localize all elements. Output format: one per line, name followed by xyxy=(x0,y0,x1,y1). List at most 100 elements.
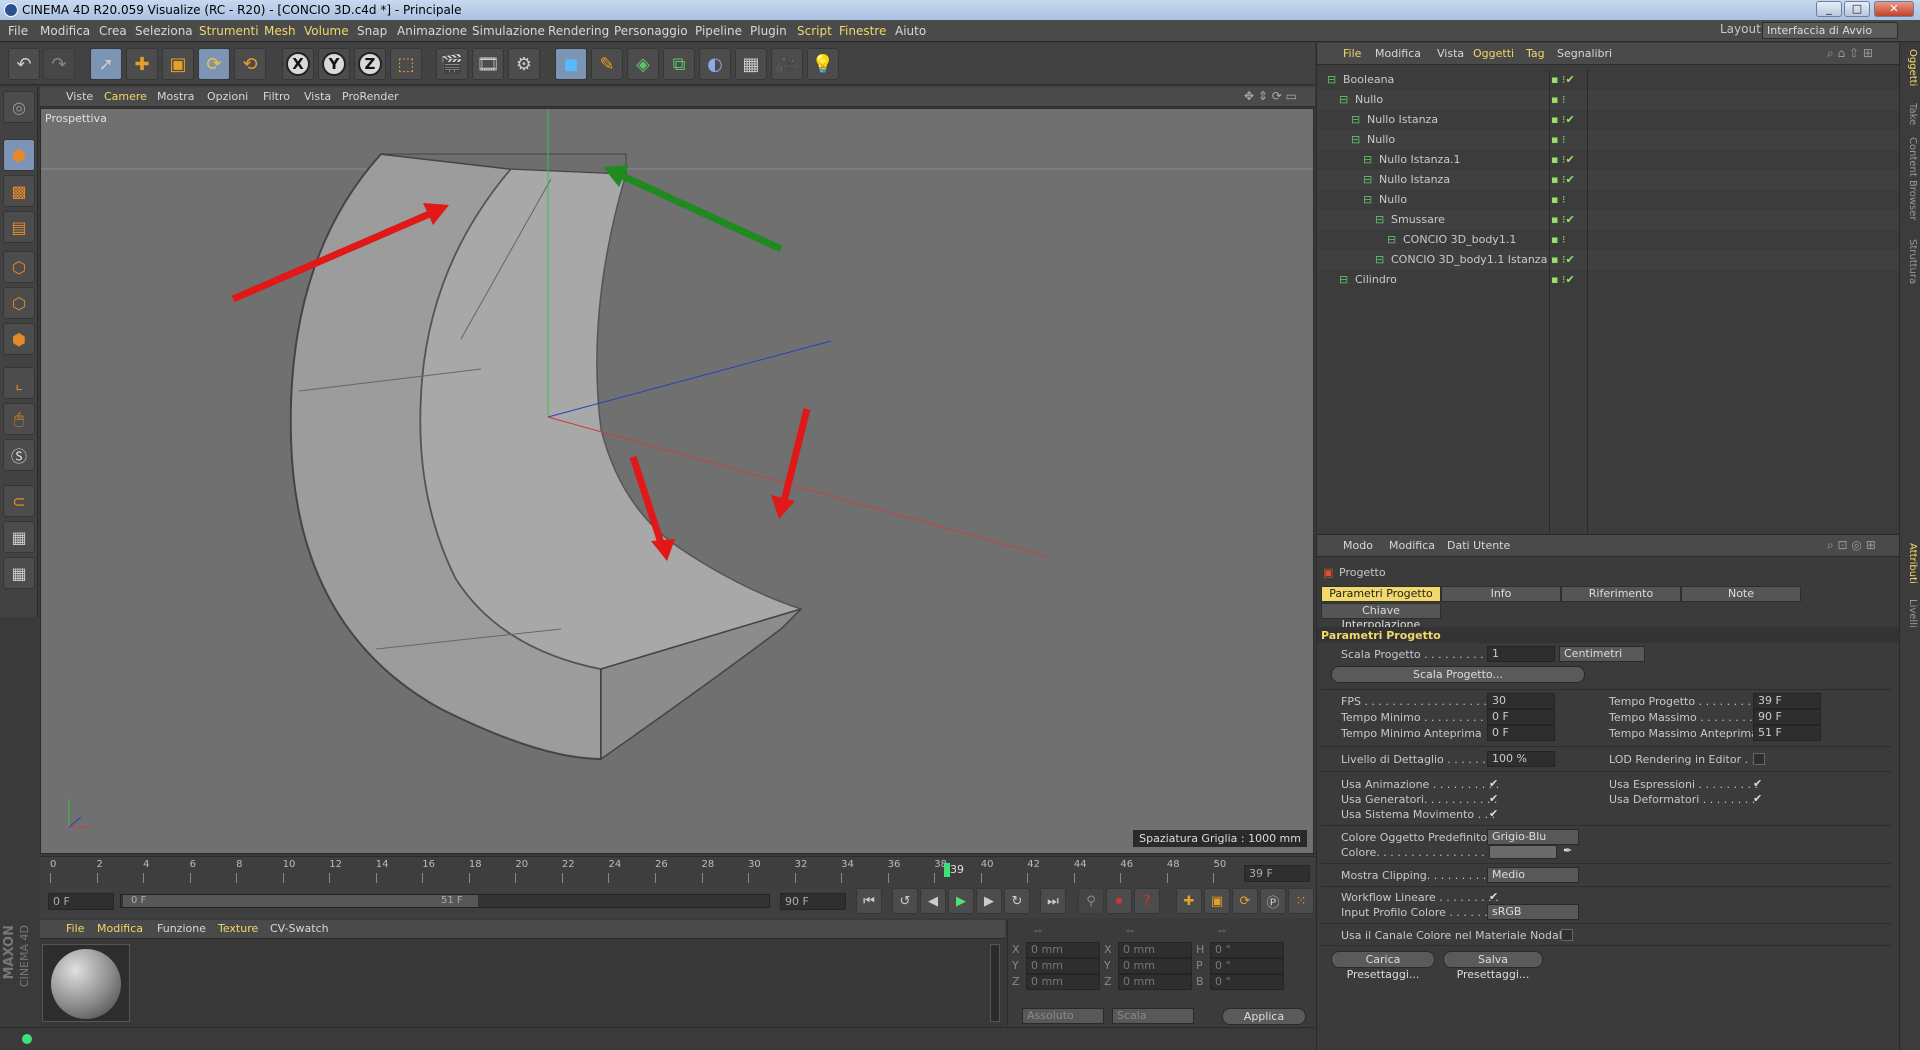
axis-z-lock[interactable]: Z xyxy=(354,48,386,80)
axis-x-lock[interactable]: X xyxy=(282,48,314,80)
material-swatch[interactable] xyxy=(42,944,130,1022)
menu-mesh[interactable]: Mesh xyxy=(264,24,296,38)
tempo-minimo-anteprima-field[interactable]: 0 F xyxy=(1487,725,1555,741)
coord-mode-select[interactable]: Assoluto xyxy=(1022,1008,1104,1024)
play-icon[interactable]: ▶ xyxy=(948,888,974,914)
object-row[interactable]: ⊟ CONCIO 3D_body1.1 Istanza ▪ ⁝✔ xyxy=(1317,250,1899,270)
end-frame-field[interactable]: 90 F xyxy=(780,893,846,910)
undo-icon[interactable]: ↶ xyxy=(8,48,40,80)
points-mode-icon[interactable]: ⬡ xyxy=(3,251,35,283)
tab-riferimento[interactable]: Riferimento xyxy=(1561,586,1681,602)
vp-menu-mostra[interactable]: Mostra xyxy=(157,90,195,103)
menu-file[interactable]: File xyxy=(8,24,28,38)
fps-field[interactable]: 30 xyxy=(1487,693,1555,709)
autokey-icon[interactable]: ? xyxy=(1134,888,1160,914)
vp-menu-viste[interactable]: Viste xyxy=(66,90,93,103)
colore-swatch[interactable] xyxy=(1489,845,1557,859)
object-row[interactable]: ⊟ Nullo Istanza ▪ ⁝✔ xyxy=(1317,170,1899,190)
visibility-flags[interactable]: ▪ ⁝✔ xyxy=(1551,113,1581,127)
visibility-flags[interactable]: ▪ ⁝ xyxy=(1551,233,1581,247)
menu-seleziona[interactable]: Seleziona xyxy=(135,24,193,38)
om-menu-modifica[interactable]: Modifica xyxy=(1375,47,1421,60)
side-tab-oggetti[interactable]: Oggetti xyxy=(1902,49,1918,86)
mat-menu-cv-swatch[interactable]: CV-Swatch xyxy=(270,922,329,935)
menu-script[interactable]: Script xyxy=(797,24,832,38)
axis-mode-icon[interactable]: ⌞ xyxy=(3,367,35,399)
vp-menu-filtro[interactable]: Filtro xyxy=(263,90,290,103)
object-row[interactable]: ⊟ Nullo Istanza.1 ▪ ⁝✔ xyxy=(1317,150,1899,170)
colore-predefinito-select[interactable]: Grigio-Blu xyxy=(1487,829,1579,845)
prev-frame-icon[interactable]: ◀ xyxy=(920,888,946,914)
workflow-lineare-checkbox[interactable]: ✔ xyxy=(1489,891,1501,903)
vp-menu-camere[interactable]: Camere xyxy=(104,90,147,103)
coord-value-field[interactable]: 0 ° xyxy=(1210,974,1284,990)
tempo-minimo-field[interactable]: 0 F xyxy=(1487,709,1555,725)
om-menu-segnalibri[interactable]: Segnalibri xyxy=(1557,47,1612,60)
livello-dettaglio-field[interactable]: 100 % xyxy=(1487,751,1555,767)
om-search-icon[interactable]: ⌕ ⌂ ⇧ ⊞ xyxy=(1827,46,1873,61)
goto-end-icon[interactable]: ⏭ xyxy=(1040,888,1066,914)
workplane-mode-icon[interactable]: ▤ xyxy=(3,211,35,243)
tab-parametri-progetto[interactable]: Parametri Progetto xyxy=(1321,586,1441,602)
rotate-icon[interactable]: ⟳ xyxy=(198,48,230,80)
coord-value-field[interactable]: 0 mm xyxy=(1026,974,1100,990)
edges-mode-icon[interactable]: ⬡ xyxy=(3,287,35,319)
key-pla-icon[interactable]: ⁙ xyxy=(1288,888,1314,914)
object-row[interactable]: ⊟ Smussare ▪ ⁝✔ xyxy=(1317,210,1899,230)
deformer-icon[interactable]: ◐ xyxy=(699,48,731,80)
om-menu-vista[interactable]: Vista xyxy=(1437,47,1464,60)
scala-progetto-field[interactable]: 1 xyxy=(1487,646,1555,662)
salva-presettaggi-button[interactable]: Salva Presettaggi... xyxy=(1443,951,1543,981)
mat-menu-texture[interactable]: Texture xyxy=(218,922,258,935)
record-icon[interactable]: ⏺ xyxy=(1106,888,1132,914)
object-row[interactable]: ⊟ Nullo ▪ ⁝ xyxy=(1317,190,1899,210)
vp-menu-vista[interactable]: Vista xyxy=(304,90,331,103)
object-row[interactable]: ⊟ Nullo ▪ ⁝ xyxy=(1317,90,1899,110)
tab-info[interactable]: Info xyxy=(1441,586,1561,602)
menu-pipeline[interactable]: Pipeline xyxy=(695,24,742,38)
make-editable-icon[interactable]: ◎ xyxy=(3,91,35,123)
workplane-lock-icon[interactable]: ▦ xyxy=(3,521,35,553)
render-picture-viewer-icon[interactable]: 🎞 xyxy=(472,48,504,80)
apply-button[interactable]: Applica xyxy=(1222,1008,1306,1025)
range-slider-handle[interactable]: 0 F 51 F xyxy=(123,895,478,907)
visibility-flags[interactable]: ▪ ⁝✔ xyxy=(1551,213,1581,227)
minimize-button[interactable]: _ xyxy=(1816,1,1842,17)
render-view-icon[interactable]: 🎬 xyxy=(436,48,468,80)
coord-value-field[interactable]: 0 mm xyxy=(1118,942,1192,958)
object-row[interactable]: ⊟ Nullo ▪ ⁝ xyxy=(1317,130,1899,150)
menu-crea[interactable]: Crea xyxy=(99,24,127,38)
coord-value-field[interactable]: 0 ° xyxy=(1210,958,1284,974)
maximize-button[interactable]: □ xyxy=(1844,1,1870,17)
keyframe-icon[interactable]: ⚲ xyxy=(1078,888,1104,914)
om-menu-tag[interactable]: Tag xyxy=(1526,47,1545,60)
coord-value-field[interactable]: 0 mm xyxy=(1118,958,1192,974)
menu-finestre[interactable]: Finestre xyxy=(839,24,886,38)
coordinate-system-icon[interactable]: ⬚ xyxy=(390,48,422,80)
menu-personaggio[interactable]: Personaggio xyxy=(614,24,688,38)
tempo-massimo-field[interactable]: 90 F xyxy=(1753,709,1821,725)
tempo-massimo-anteprima-field[interactable]: 51 F xyxy=(1753,725,1821,741)
current-frame-field[interactable]: 39 F xyxy=(1244,865,1310,882)
color-picker-icon[interactable]: ✒ xyxy=(1563,844,1572,857)
menu-plugin[interactable]: Plugin xyxy=(750,24,787,38)
am-nav-icons[interactable]: ⌕ ⊡ ◎ ⊞ xyxy=(1827,538,1876,553)
visibility-flags[interactable]: ▪ ⁝✔ xyxy=(1551,153,1581,167)
coord-scale-select[interactable]: Scala xyxy=(1112,1008,1194,1024)
mat-menu-funzione[interactable]: Funzione xyxy=(157,922,206,935)
visibility-flags[interactable]: ▪ ⁝✔ xyxy=(1551,173,1581,187)
coord-value-field[interactable]: 0 mm xyxy=(1026,958,1100,974)
key-param-icon[interactable]: Ⓟ xyxy=(1260,888,1286,914)
recent-tool-icon[interactable]: ⟲ xyxy=(234,48,266,80)
tab-chiave-interpolazione[interactable]: Chiave Interpolazione xyxy=(1321,603,1441,631)
object-row[interactable]: ⊟ Booleana ▪ ⁝✔ xyxy=(1317,70,1899,90)
layout-select[interactable]: Interfaccia di Avvio xyxy=(1762,22,1898,39)
timeline-ruler[interactable]: 0 2 4 6 8 10 12 14 16 18 20 22 24 26 28 30 32 34 36 38 40 42 4… xyxy=(40,856,1315,888)
close-button[interactable]: ✕ xyxy=(1874,1,1914,17)
snap-icon[interactable]: ⊂ xyxy=(3,485,35,517)
key-rotation-icon[interactable]: ⟳ xyxy=(1232,888,1258,914)
am-menu-modo[interactable]: Modo xyxy=(1343,539,1373,552)
visibility-flags[interactable]: ▪ ⁝✔ xyxy=(1551,73,1581,87)
om-menu-file[interactable]: File xyxy=(1343,47,1361,60)
grid-snap-icon[interactable]: ▦ xyxy=(3,557,35,589)
